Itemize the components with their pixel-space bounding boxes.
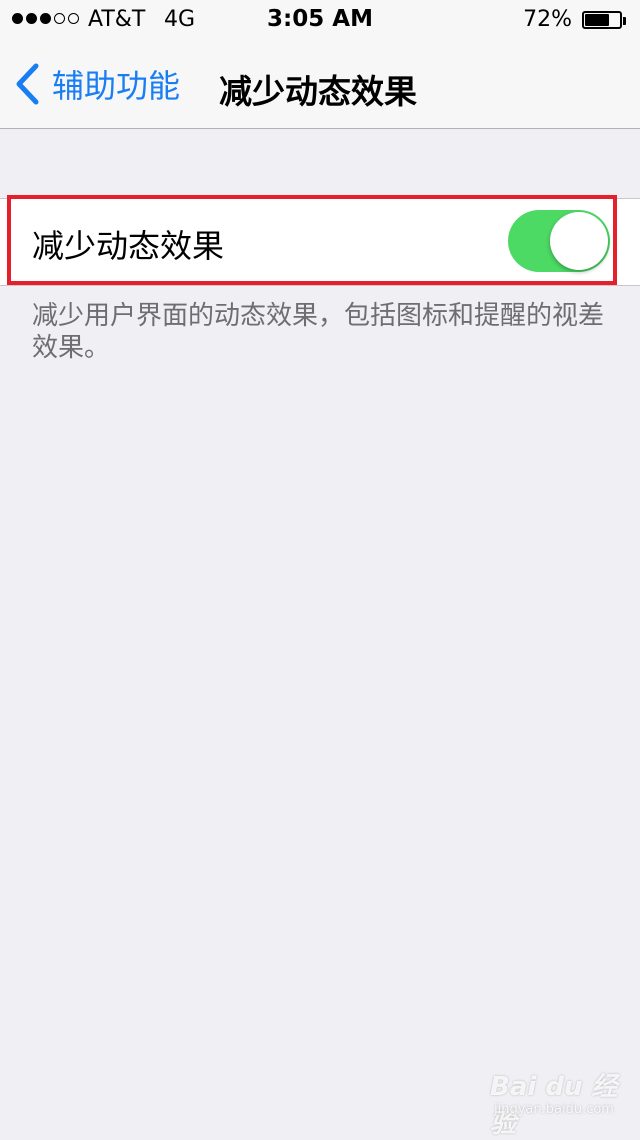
reduce-motion-toggle[interactable]: [508, 210, 610, 272]
chevron-left-icon: [16, 63, 39, 105]
reduce-motion-row: 减少动态效果: [0, 198, 640, 286]
battery-percentage: 72%: [523, 7, 572, 32]
navigation-bar: 辅助功能 减少动态效果: [0, 40, 640, 129]
setting-description: 减少用户界面的动态效果，包括图标和提醒的视差效果。: [32, 301, 605, 363]
toggle-knob: [550, 212, 608, 270]
status-bar: AT&T 4G 3:05 AM 72%: [0, 0, 640, 40]
back-button-label: 辅助功能: [52, 67, 181, 105]
back-button[interactable]: 辅助功能: [14, 62, 180, 106]
battery-fill: [585, 14, 609, 26]
battery-icon: [582, 11, 628, 31]
reduce-motion-label: 减少动态效果: [32, 227, 225, 265]
page-title: 减少动态效果: [219, 72, 417, 111]
watermark-url: jingyan.baidu.com: [494, 1102, 614, 1117]
baidu-jingyan-watermark: Bai du 经验 jingyan.baidu.com: [490, 1060, 630, 1139]
